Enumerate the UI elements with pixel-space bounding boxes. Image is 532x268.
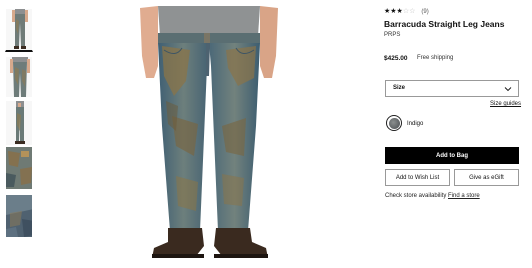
color-swatch-indigo[interactable] xyxy=(386,115,402,131)
thumbnail-back-detail-view[interactable] xyxy=(5,146,33,190)
color-swatch-fill xyxy=(388,117,400,129)
thumbnail-side-view[interactable] xyxy=(5,100,33,146)
product-price: $425.00 xyxy=(384,55,408,62)
thumbnail-fabric-detail-view[interactable] xyxy=(5,194,33,238)
product-main-image[interactable] xyxy=(118,6,300,262)
size-guides-link[interactable]: Size guides xyxy=(490,101,521,107)
size-dropdown-label: Size xyxy=(393,85,406,91)
thumbnail-front-crop-view[interactable] xyxy=(5,56,33,98)
color-name: Indigo xyxy=(407,121,424,127)
product-brand: PRPS xyxy=(384,32,401,38)
thumbnail-front-view[interactable] xyxy=(5,8,33,52)
give-as-egift-button[interactable]: Give as eGift xyxy=(454,169,519,186)
product-title: Barracuda Straight Leg Jeans xyxy=(384,19,505,29)
size-dropdown[interactable]: Size xyxy=(385,80,519,97)
find-a-store-link[interactable]: Find a store xyxy=(448,193,480,199)
star-rating-icon: ★★★☆☆ xyxy=(384,8,416,15)
review-count: (9) xyxy=(421,9,429,15)
add-to-wish-list-button[interactable]: Add to Wish List xyxy=(385,169,450,186)
rating[interactable]: ★★★☆☆ (9) xyxy=(384,8,429,16)
chevron-down-icon xyxy=(504,87,512,92)
add-to-bag-button[interactable]: Add to Bag xyxy=(385,147,519,164)
store-availability-label: Check store availability xyxy=(385,193,447,199)
shipping-note: Free shipping xyxy=(417,55,454,61)
